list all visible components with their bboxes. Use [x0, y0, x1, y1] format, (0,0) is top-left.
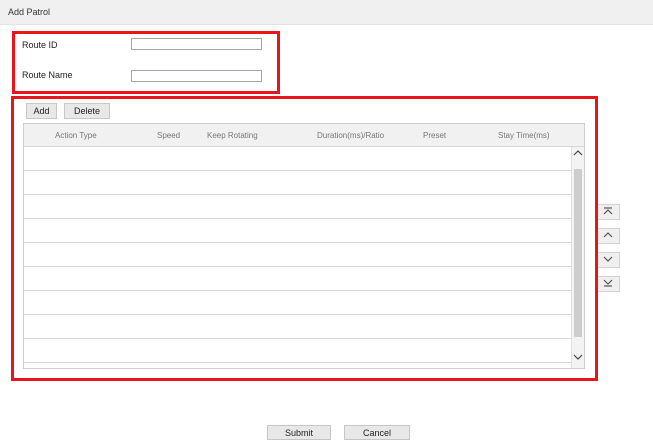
submit-button[interactable]: Submit [267, 425, 331, 440]
move-to-bottom-icon [602, 278, 614, 290]
annotation-box-action-table [11, 96, 598, 381]
annotation-box-route-fields [12, 31, 280, 94]
move-up-button[interactable] [596, 228, 620, 244]
dialog-title: Add Patrol [8, 7, 51, 17]
dialog-header: Add Patrol [0, 0, 653, 25]
move-to-top-button[interactable] [596, 204, 620, 220]
move-to-top-icon [602, 206, 614, 218]
move-down-button[interactable] [596, 252, 620, 268]
move-down-icon [602, 254, 614, 266]
move-to-bottom-button[interactable] [596, 276, 620, 292]
move-up-icon [602, 230, 614, 242]
cancel-button[interactable]: Cancel [344, 425, 410, 440]
